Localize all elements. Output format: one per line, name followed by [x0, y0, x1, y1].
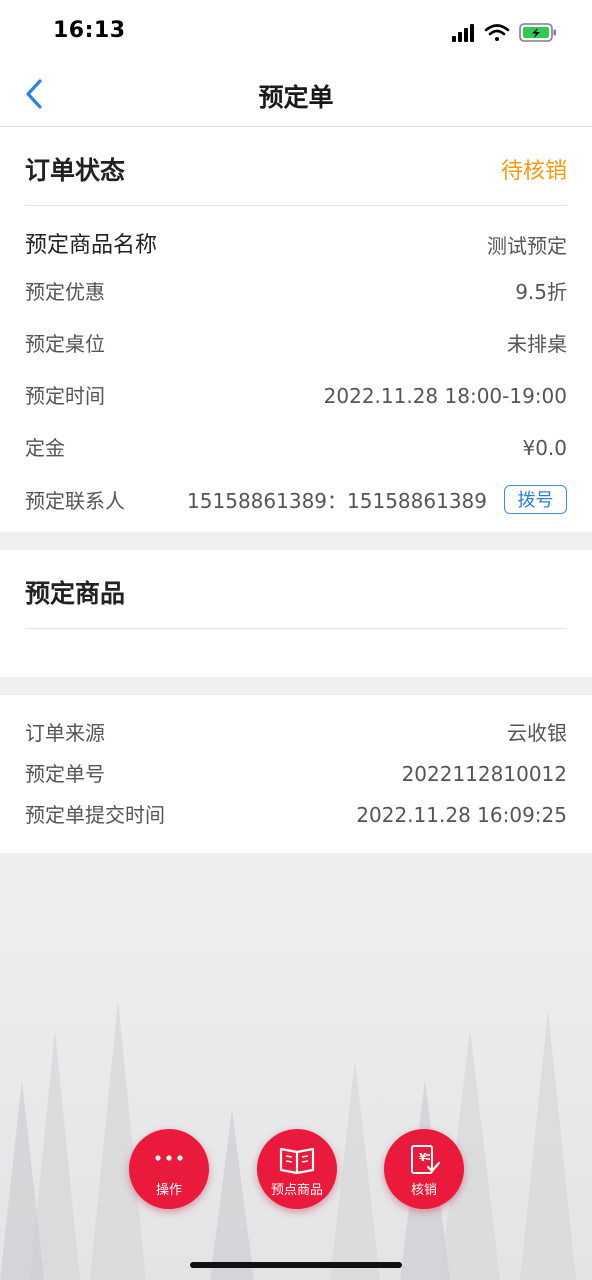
detail-row-time: 预定时间 2022.11.28 18:00-19:00: [25, 376, 567, 416]
time-label: 预定时间: [25, 384, 105, 408]
wifi-icon: [484, 24, 510, 41]
deposit-value: ¥0.0: [522, 436, 567, 460]
table-label: 预定桌位: [25, 332, 105, 356]
order-details-card: 订单状态 待核销 预定商品名称 测试预定 预定优惠 9.5折 预定桌位 未排桌 …: [0, 127, 592, 532]
time-value: 2022.11.28 18:00-19:00: [323, 384, 567, 408]
add-items-label: 预点商品: [270, 1183, 323, 1198]
verify-button[interactable]: ¥ 核销: [384, 1129, 464, 1209]
source-label: 订单来源: [25, 721, 105, 745]
reserved-products-title: 预定商品: [25, 579, 126, 608]
number-value: 2022112810012: [401, 762, 567, 786]
divider: [25, 628, 567, 629]
order-info-card: 订单来源 云收银 预定单号 2022112810012 预定单提交时间 2022…: [0, 695, 592, 853]
product-name-value: 测试预定: [487, 234, 567, 258]
open-book-icon: [279, 1147, 315, 1175]
submitted-label: 预定单提交时间: [25, 803, 165, 827]
svg-text:¥: ¥: [419, 1151, 427, 1164]
detail-row-contact: 预定联系人 15158861389：15158861389 拨号: [25, 481, 567, 521]
discount-label: 预定优惠: [25, 280, 105, 304]
order-status-label: 订单状态: [25, 156, 126, 185]
more-dots-icon: [155, 1155, 183, 1161]
detail-row-deposit: 定金 ¥0.0: [25, 428, 567, 468]
info-row-number: 预定单号 2022112810012: [25, 754, 567, 794]
info-row-submitted: 预定单提交时间 2022.11.28 16:09:25: [25, 795, 567, 835]
detail-row-product-name: 预定商品名称 测试预定: [25, 226, 567, 266]
detail-row-discount: 预定优惠 9.5折: [25, 272, 567, 312]
table-value: 未排桌: [507, 332, 567, 356]
number-label: 预定单号: [25, 762, 105, 786]
navigation-bar: 预定单: [0, 62, 592, 127]
page-title: 预定单: [258, 83, 334, 112]
home-indicator[interactable]: [190, 1262, 402, 1268]
discount-value: 9.5折: [515, 280, 567, 304]
detail-row-table: 预定桌位 未排桌: [25, 324, 567, 364]
status-time: 16:13: [53, 18, 126, 43]
reserved-products-card: 预定商品: [0, 550, 592, 677]
info-row-source: 订单来源 云收银: [25, 713, 567, 753]
operate-label: 操作: [155, 1183, 182, 1198]
battery-icon: [519, 23, 556, 42]
product-name-label: 预定商品名称: [25, 233, 158, 258]
source-value: 云收银: [507, 721, 567, 745]
receipt-check-icon: ¥: [411, 1145, 441, 1174]
dial-button[interactable]: 拨号: [504, 485, 567, 514]
verify-label: 核销: [410, 1183, 437, 1198]
signal-icon: [452, 24, 474, 42]
add-items-button[interactable]: 预点商品: [257, 1129, 337, 1209]
status-icons: [452, 23, 556, 42]
operate-button[interactable]: 操作: [129, 1129, 209, 1209]
submitted-value: 2022.11.28 16:09:25: [356, 803, 567, 827]
status-bar: 16:13: [0, 0, 592, 62]
contact-label: 预定联系人: [25, 489, 125, 513]
deposit-label: 定金: [25, 436, 65, 460]
contact-value: 15158861389：15158861389: [187, 489, 487, 513]
divider: [25, 205, 567, 206]
order-status-value: 待核销: [500, 159, 567, 184]
